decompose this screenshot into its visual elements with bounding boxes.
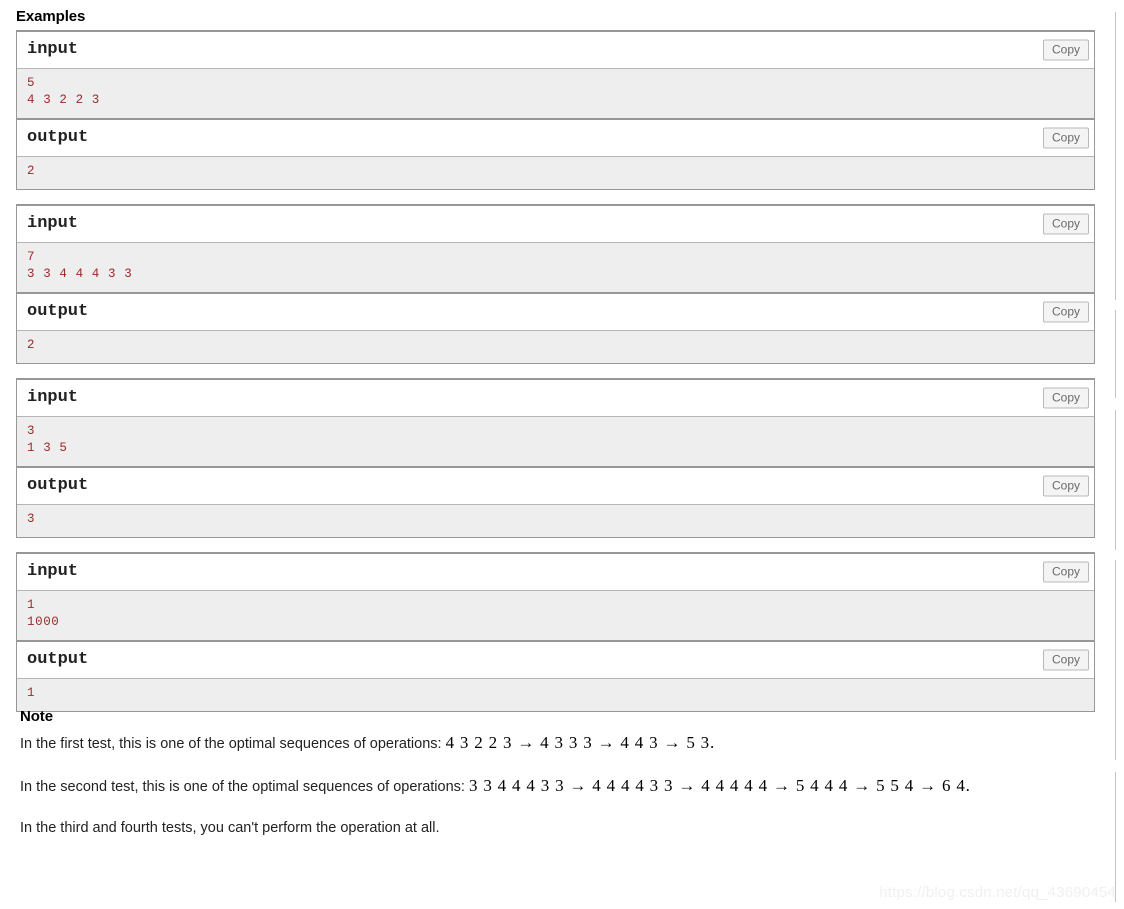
sample-test-4: input Copy 1 1000 output Copy 1 bbox=[16, 552, 1095, 712]
sample-output-block-2: output Copy 2 bbox=[16, 292, 1095, 364]
sample-input-title-4: input Copy bbox=[17, 554, 1094, 591]
note-section: In the first test, this is one of the op… bbox=[20, 732, 1090, 839]
sample-input-label-4: input bbox=[27, 562, 79, 581]
page-rule-mark-1 bbox=[1115, 12, 1116, 300]
sample-output-block-1: output Copy 2 bbox=[16, 118, 1095, 190]
sample-test-2: input Copy 7 3 3 4 4 4 3 3 output Copy 2 bbox=[16, 204, 1095, 364]
sample-input-block-3: input Copy 3 1 3 5 bbox=[16, 378, 1095, 466]
copy-output-button-2[interactable]: Copy bbox=[1042, 301, 1089, 323]
sample-tests-container: input Copy 5 4 3 2 2 3 output Copy 2 inp… bbox=[16, 30, 1095, 726]
note-paragraph-1-math: 4 3 2 2 3 → 4 3 3 3 → 4 4 3 → 5 3. bbox=[445, 733, 716, 752]
sample-input-data-1: 5 4 3 2 2 3 bbox=[17, 69, 1094, 118]
examples-section-title: Examples bbox=[16, 8, 86, 25]
copy-input-button-2[interactable]: Copy bbox=[1042, 213, 1089, 235]
page-rule-mark-3 bbox=[1115, 410, 1116, 550]
copy-input-button-3[interactable]: Copy bbox=[1042, 387, 1089, 409]
note-paragraph-2: In the second test, this is one of the o… bbox=[20, 775, 1090, 798]
sample-output-title-4: output Copy bbox=[17, 642, 1094, 679]
note-paragraph-1-lead: In the first test, this is one of the op… bbox=[20, 736, 446, 752]
sample-input-block-2: input Copy 7 3 3 4 4 4 3 3 bbox=[16, 204, 1095, 292]
page-rule-mark-5 bbox=[1115, 772, 1116, 902]
sample-input-block-4: input Copy 1 1000 bbox=[16, 552, 1095, 640]
csdn-watermark: https://blog.csdn.net/qq_43690454 bbox=[879, 884, 1116, 901]
sample-output-block-4: output Copy 1 bbox=[16, 640, 1095, 712]
sample-output-title-2: output Copy bbox=[17, 294, 1094, 331]
sample-input-label-1: input bbox=[27, 40, 79, 59]
sample-output-data-1: 2 bbox=[17, 157, 1094, 189]
sample-test-1: input Copy 5 4 3 2 2 3 output Copy 2 bbox=[16, 30, 1095, 190]
sample-output-title-3: output Copy bbox=[17, 468, 1094, 505]
sample-input-title-3: input Copy bbox=[17, 380, 1094, 417]
problem-statement-page: Examples input Copy 5 4 3 2 2 3 output C… bbox=[0, 0, 1124, 909]
sample-output-block-3: output Copy 3 bbox=[16, 466, 1095, 538]
sample-input-title-1: input Copy bbox=[17, 32, 1094, 69]
note-paragraph-3: In the third and fourth tests, you can't… bbox=[20, 820, 440, 836]
sample-input-data-2: 7 3 3 4 4 4 3 3 bbox=[17, 243, 1094, 292]
sample-output-label-3: output bbox=[27, 476, 89, 495]
sample-output-label-2: output bbox=[27, 302, 89, 321]
sample-output-data-2: 2 bbox=[17, 331, 1094, 363]
note-section-title: Note bbox=[20, 708, 53, 725]
note-paragraph-2-lead: In the second test, this is one of the o… bbox=[20, 779, 469, 795]
sample-input-data-3: 3 1 3 5 bbox=[17, 417, 1094, 466]
page-rule-mark-4 bbox=[1115, 560, 1116, 760]
sample-output-label-4: output bbox=[27, 650, 89, 669]
sample-input-title-2: input Copy bbox=[17, 206, 1094, 243]
page-rule-mark-2 bbox=[1115, 310, 1116, 398]
sample-input-label-2: input bbox=[27, 214, 79, 233]
sample-output-label-1: output bbox=[27, 128, 89, 147]
sample-output-data-3: 3 bbox=[17, 505, 1094, 537]
sample-input-data-4: 1 1000 bbox=[17, 591, 1094, 640]
note-paragraph-2-math: 3 3 4 4 4 3 3 → 4 4 4 4 3 3 → 4 4 4 4 4 … bbox=[468, 776, 971, 795]
copy-output-button-1[interactable]: Copy bbox=[1042, 127, 1089, 149]
sample-input-block-1: input Copy 5 4 3 2 2 3 bbox=[16, 30, 1095, 118]
copy-output-button-3[interactable]: Copy bbox=[1042, 475, 1089, 497]
sample-output-data-4: 1 bbox=[17, 679, 1094, 711]
copy-input-button-4[interactable]: Copy bbox=[1042, 561, 1089, 583]
sample-input-label-3: input bbox=[27, 388, 79, 407]
sample-test-3: input Copy 3 1 3 5 output Copy 3 bbox=[16, 378, 1095, 538]
copy-output-button-4[interactable]: Copy bbox=[1042, 649, 1089, 671]
copy-input-button-1[interactable]: Copy bbox=[1042, 39, 1089, 61]
sample-output-title-1: output Copy bbox=[17, 120, 1094, 157]
note-paragraph-1: In the first test, this is one of the op… bbox=[20, 732, 1090, 755]
